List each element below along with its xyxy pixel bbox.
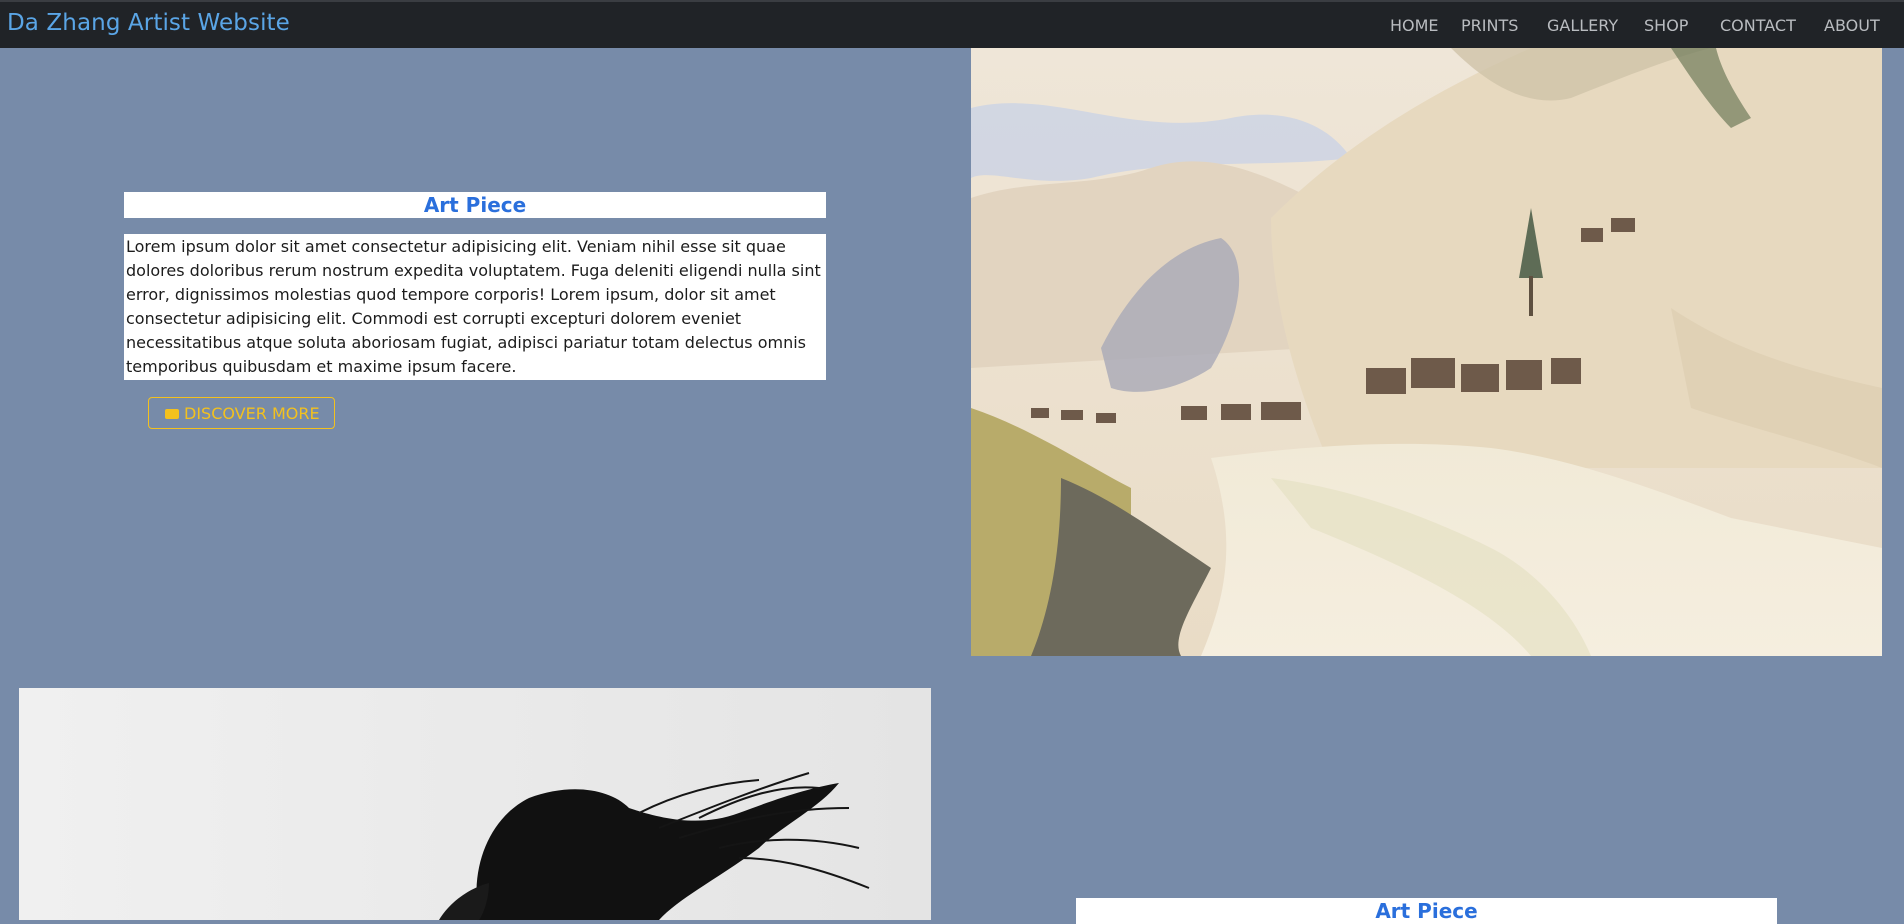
section1-title: Art Piece: [124, 192, 826, 218]
nav-prints[interactable]: PRINTS: [1461, 16, 1518, 35]
discover-more-label: DISCOVER MORE: [184, 404, 320, 423]
section1-description: Lorem ipsum dolor sit amet consectetur a…: [124, 234, 826, 380]
nav-gallery[interactable]: GALLERY: [1547, 16, 1618, 35]
navbar: Da Zhang Artist Website HOME PRINTS GALL…: [0, 0, 1904, 48]
nav-contact[interactable]: CONTACT: [1720, 16, 1796, 35]
brand-link[interactable]: Da Zhang Artist Website: [7, 10, 290, 36]
ticket-icon: [165, 409, 179, 419]
mountain-village-watercolor-image: [971, 48, 1882, 656]
nav-home[interactable]: HOME: [1390, 16, 1439, 35]
nav-shop[interactable]: SHOP: [1644, 16, 1688, 35]
black-white-hair-photo-image: [19, 688, 931, 920]
discover-more-button[interactable]: DISCOVER MORE: [148, 397, 335, 429]
nav-about[interactable]: ABOUT: [1824, 16, 1880, 35]
section2-title: Art Piece: [1076, 898, 1777, 924]
